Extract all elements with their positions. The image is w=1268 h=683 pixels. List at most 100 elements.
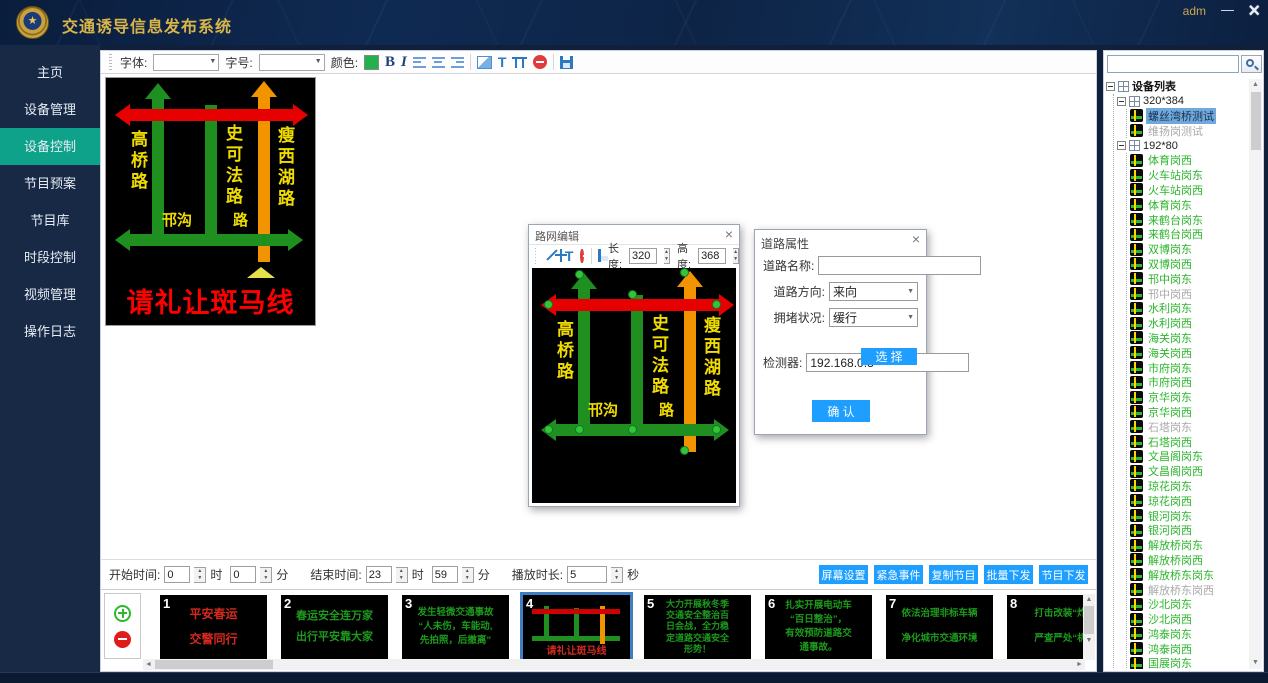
control-point[interactable] bbox=[680, 268, 689, 277]
device-tree-item[interactable]: 石塔岗西 bbox=[1127, 434, 1249, 449]
sidebar-item[interactable]: 时段控制 bbox=[0, 239, 100, 276]
align-center-icon[interactable] bbox=[432, 57, 445, 68]
vertical-scrollbar[interactable]: ▲ ▼ bbox=[1083, 594, 1095, 660]
device-tree-item[interactable]: 海关岗西 bbox=[1127, 345, 1249, 360]
program-thumbnail[interactable]: 5 大力开展秋冬季 交通安全整治百 日会战，全力稳 定道路交通安全 形势！ bbox=[644, 595, 751, 659]
start-hour-spinner[interactable]: ▲▼ bbox=[194, 567, 206, 583]
search-button[interactable] bbox=[1241, 55, 1262, 73]
device-tree-item[interactable]: 螺丝湾桥测试 bbox=[1127, 109, 1249, 124]
font-dropdown[interactable] bbox=[153, 54, 219, 71]
insert-image-icon[interactable] bbox=[477, 56, 492, 69]
sidebar-item[interactable]: 主页 bbox=[0, 54, 100, 91]
remove-program-icon[interactable] bbox=[114, 631, 131, 648]
device-tree-item[interactable]: 双博岗西 bbox=[1127, 257, 1249, 272]
search-input[interactable] bbox=[1107, 55, 1239, 73]
edit-canvas[interactable]: 高桥路 史可法路 瘦西湖路 邗沟 路 请礼让斑马线 路网编辑 × T 长度: bbox=[101, 74, 1096, 559]
device-tree-item[interactable]: 邗中岗西 bbox=[1127, 286, 1249, 301]
device-tree-item[interactable]: 火车站岗西 bbox=[1127, 183, 1249, 198]
sidebar-item[interactable]: 设备管理 bbox=[0, 91, 100, 128]
move-tool-icon[interactable] bbox=[555, 249, 558, 262]
device-tree-item[interactable]: 鸿泰岗东 bbox=[1127, 626, 1249, 641]
horizontal-scrollbar[interactable]: ◄ ► bbox=[143, 659, 1085, 670]
bold-button[interactable]: B bbox=[385, 54, 395, 71]
action-button[interactable]: 节目下发 bbox=[1039, 565, 1088, 584]
sign-preview[interactable]: 高桥路 史可法路 瘦西湖路 邗沟 路 请礼让斑马线 bbox=[105, 77, 316, 326]
device-tree-item[interactable]: 琼花岗西 bbox=[1127, 493, 1249, 508]
sidebar-item[interactable]: 节目预案 bbox=[0, 165, 100, 202]
start-hour-input[interactable] bbox=[164, 566, 190, 583]
save-icon[interactable] bbox=[598, 249, 601, 262]
device-tree-item[interactable]: 解放桥岗东 bbox=[1127, 538, 1249, 553]
editor-roadnet[interactable]: 高桥路 史可法路 瘦西湖路 邗沟 路 bbox=[532, 268, 736, 503]
start-minute-spinner[interactable]: ▲▼ bbox=[260, 567, 272, 583]
height-input[interactable] bbox=[698, 248, 726, 264]
road-bar-middle[interactable] bbox=[631, 295, 643, 436]
device-tree-item[interactable]: 沙北岗西 bbox=[1127, 612, 1249, 627]
duration-spinner[interactable]: ▲▼ bbox=[611, 567, 623, 583]
program-thumbnail[interactable]: 3 发生轻微交通事故 “人未伤，车能动, 先拍照，后撤离” bbox=[402, 595, 509, 659]
scroll-up-icon[interactable]: ▲ bbox=[1083, 594, 1095, 605]
length-input[interactable] bbox=[629, 248, 657, 264]
scrollbar-thumb[interactable] bbox=[1251, 92, 1261, 150]
device-tree-item[interactable]: 石塔岗东 bbox=[1127, 419, 1249, 434]
device-tree-item[interactable]: 银河岗西 bbox=[1127, 523, 1249, 538]
program-thumbnail[interactable]: 4 请礼让斑马线 bbox=[523, 595, 630, 659]
program-thumbnail[interactable]: 7 依法治理非标车辆 净化城市交通环境 bbox=[886, 595, 993, 659]
close-icon[interactable]: × bbox=[1248, 0, 1260, 23]
device-tree-root[interactable]: 设备列表 bbox=[1106, 79, 1249, 94]
device-tree-item[interactable]: 解放桥岗西 bbox=[1127, 553, 1249, 568]
height-spinner[interactable]: ▲▼ bbox=[733, 248, 739, 264]
align-left-icon[interactable] bbox=[413, 57, 426, 68]
end-hour-spinner[interactable]: ▲▼ bbox=[396, 567, 408, 583]
delete-icon[interactable] bbox=[533, 55, 547, 69]
text-tool-icon[interactable]: T bbox=[498, 54, 507, 70]
device-group-row[interactable]: 192*80 bbox=[1114, 138, 1249, 153]
end-minute-input[interactable] bbox=[432, 566, 458, 583]
duration-input[interactable] bbox=[567, 566, 607, 583]
toolbar-grip[interactable] bbox=[109, 54, 112, 70]
control-point[interactable] bbox=[544, 300, 553, 309]
end-hour-input[interactable] bbox=[366, 566, 392, 583]
device-tree-item[interactable]: 双博岗东 bbox=[1127, 242, 1249, 257]
device-tree-item[interactable]: 琼花岗东 bbox=[1127, 479, 1249, 494]
length-spinner[interactable]: ▲▼ bbox=[664, 248, 670, 264]
program-thumbnail[interactable]: 2 春运安全连万家 出行平安靠大家 bbox=[281, 595, 388, 659]
add-program-icon[interactable] bbox=[114, 605, 131, 622]
device-tree-item[interactable]: 来鹤台岗东 bbox=[1127, 212, 1249, 227]
device-tree-item[interactable]: 银河岗东 bbox=[1127, 508, 1249, 523]
sidebar-item[interactable]: 操作日志 bbox=[0, 313, 100, 350]
device-tree-item[interactable]: 解放桥东岗西 bbox=[1127, 582, 1249, 597]
device-tree-item[interactable]: 京华岗东 bbox=[1127, 390, 1249, 405]
action-button[interactable]: 紧急事件 bbox=[874, 565, 923, 584]
control-point[interactable] bbox=[575, 270, 584, 279]
device-tree-item[interactable]: 解放桥东岗东 bbox=[1127, 567, 1249, 582]
minimize-icon[interactable]: — bbox=[1221, 2, 1234, 17]
control-point[interactable] bbox=[628, 290, 637, 299]
color-swatch[interactable] bbox=[364, 55, 379, 70]
collapse-icon[interactable] bbox=[1117, 141, 1126, 150]
sidebar-item[interactable]: 节目库 bbox=[0, 202, 100, 239]
road-arrow-top[interactable] bbox=[556, 299, 719, 311]
device-tree-item[interactable]: 国展岗东 bbox=[1127, 656, 1249, 669]
device-tree-item[interactable]: 来鹤台岗西 bbox=[1127, 227, 1249, 242]
program-thumbnail[interactable]: 6 扎实开展电动车 “百日整治”， 有效预防道路交 通事故。 bbox=[765, 595, 872, 659]
device-tree-item[interactable]: 京华岗西 bbox=[1127, 405, 1249, 420]
device-tree-item[interactable]: 维扬岗测试 bbox=[1127, 123, 1249, 138]
sidebar-item[interactable]: 设备控制 bbox=[0, 128, 100, 165]
device-tree-item[interactable]: 火车站岗东 bbox=[1127, 168, 1249, 183]
control-point[interactable] bbox=[712, 425, 721, 434]
device-tree-item[interactable]: 体育岗东 bbox=[1127, 197, 1249, 212]
scroll-down-icon[interactable]: ▼ bbox=[1249, 657, 1262, 669]
size-dropdown[interactable] bbox=[259, 54, 325, 71]
collapse-icon[interactable] bbox=[1106, 82, 1115, 91]
device-tree-item[interactable]: 文昌阁岗西 bbox=[1127, 464, 1249, 479]
tree-scrollbar[interactable]: ▲ ▼ bbox=[1249, 79, 1262, 669]
device-tree-item[interactable]: 邗中岗东 bbox=[1127, 271, 1249, 286]
end-minute-spinner[interactable]: ▲▼ bbox=[462, 567, 474, 583]
action-button[interactable]: 复制节目 bbox=[929, 565, 978, 584]
collapse-icon[interactable] bbox=[1117, 97, 1126, 106]
control-point[interactable] bbox=[544, 425, 553, 434]
action-button[interactable]: 批量下发 bbox=[984, 565, 1033, 584]
control-point[interactable] bbox=[712, 300, 721, 309]
device-tree-item[interactable]: 体育岗西 bbox=[1127, 153, 1249, 168]
